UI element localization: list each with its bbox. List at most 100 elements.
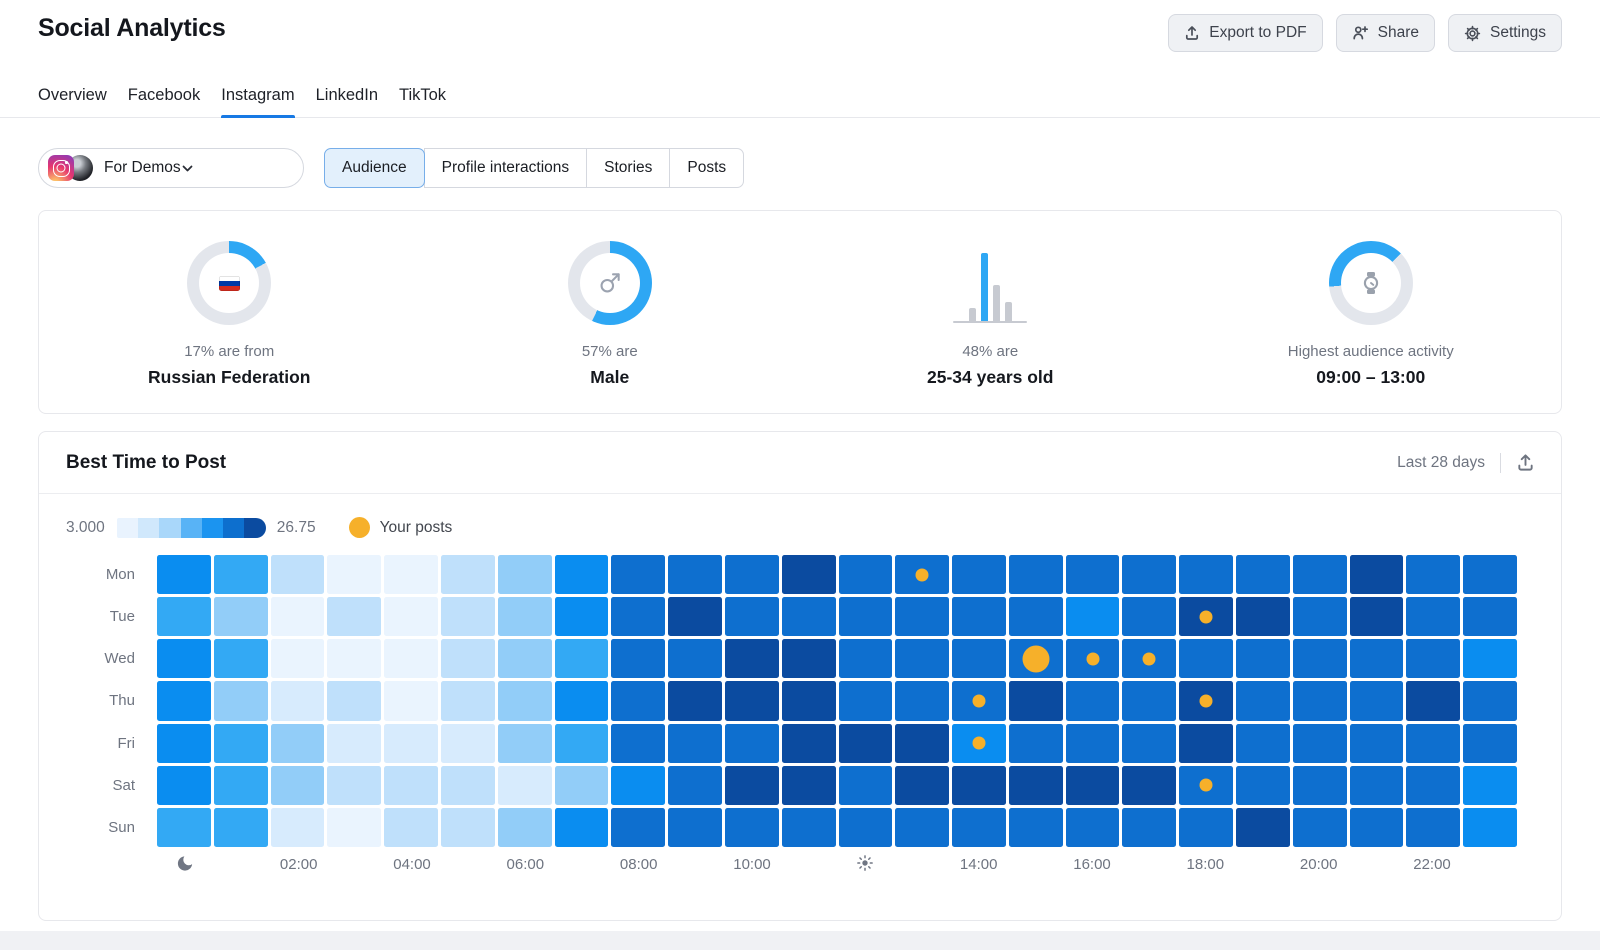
heatmap-cell[interactable] bbox=[384, 555, 438, 594]
heatmap-cell[interactable] bbox=[157, 724, 211, 763]
heatmap-cell[interactable] bbox=[952, 597, 1006, 636]
heatmap-cell[interactable] bbox=[1463, 639, 1517, 678]
heatmap-cell[interactable] bbox=[782, 597, 836, 636]
heatmap-cell[interactable] bbox=[441, 724, 495, 763]
heatmap-cell[interactable] bbox=[327, 724, 381, 763]
heatmap-cell[interactable] bbox=[952, 555, 1006, 594]
heatmap-cell[interactable] bbox=[327, 766, 381, 805]
heatmap-cell[interactable] bbox=[1066, 639, 1120, 678]
heatmap-cell[interactable] bbox=[327, 639, 381, 678]
heatmap-cell[interactable] bbox=[1066, 724, 1120, 763]
heatmap-cell[interactable] bbox=[384, 681, 438, 720]
heatmap-cell[interactable] bbox=[327, 555, 381, 594]
heatmap-cell[interactable] bbox=[668, 766, 722, 805]
heatmap-cell[interactable] bbox=[327, 597, 381, 636]
heatmap-cell[interactable] bbox=[839, 555, 893, 594]
heatmap-cell[interactable] bbox=[1293, 724, 1347, 763]
heatmap-cell[interactable] bbox=[725, 555, 779, 594]
export-chart-button[interactable] bbox=[1516, 453, 1535, 472]
heatmap-cell[interactable] bbox=[895, 808, 949, 847]
tab-tiktok[interactable]: TikTok bbox=[399, 86, 446, 117]
heatmap-cell[interactable] bbox=[157, 808, 211, 847]
heatmap-cell[interactable] bbox=[839, 808, 893, 847]
post-dot[interactable] bbox=[972, 694, 985, 707]
heatmap-cell[interactable] bbox=[839, 597, 893, 636]
heatmap-cell[interactable] bbox=[498, 724, 552, 763]
heatmap-cell[interactable] bbox=[1009, 555, 1063, 594]
heatmap-cell[interactable] bbox=[1293, 681, 1347, 720]
heatmap-cell[interactable] bbox=[1179, 639, 1233, 678]
heatmap-cell[interactable] bbox=[1463, 597, 1517, 636]
share-button[interactable]: Share bbox=[1336, 14, 1435, 52]
heatmap-cell[interactable] bbox=[271, 681, 325, 720]
heatmap-cell[interactable] bbox=[1122, 597, 1176, 636]
tab-facebook[interactable]: Facebook bbox=[128, 86, 200, 117]
heatmap-cell[interactable] bbox=[214, 766, 268, 805]
heatmap-cell[interactable] bbox=[839, 681, 893, 720]
heatmap-cell[interactable] bbox=[555, 808, 609, 847]
post-dot[interactable] bbox=[972, 737, 985, 750]
heatmap-cell[interactable] bbox=[498, 597, 552, 636]
heatmap-cell[interactable] bbox=[1406, 597, 1460, 636]
heatmap-cell[interactable] bbox=[498, 555, 552, 594]
heatmap-cell[interactable] bbox=[1179, 681, 1233, 720]
heatmap-cell[interactable] bbox=[1009, 808, 1063, 847]
segment-posts[interactable]: Posts bbox=[669, 148, 744, 188]
heatmap-cell[interactable] bbox=[441, 597, 495, 636]
heatmap-cell[interactable] bbox=[1009, 681, 1063, 720]
heatmap-cell[interactable] bbox=[384, 597, 438, 636]
heatmap-cell[interactable] bbox=[1236, 681, 1290, 720]
post-dot[interactable] bbox=[1086, 652, 1099, 665]
heatmap-cell[interactable] bbox=[1122, 808, 1176, 847]
heatmap-cell[interactable] bbox=[555, 597, 609, 636]
heatmap-cell[interactable] bbox=[952, 681, 1006, 720]
heatmap-cell[interactable] bbox=[384, 724, 438, 763]
heatmap-cell[interactable] bbox=[725, 639, 779, 678]
heatmap-cell[interactable] bbox=[668, 639, 722, 678]
heatmap-cell[interactable] bbox=[952, 766, 1006, 805]
heatmap-cell[interactable] bbox=[1293, 555, 1347, 594]
heatmap-cell[interactable] bbox=[1406, 724, 1460, 763]
heatmap-cell[interactable] bbox=[441, 808, 495, 847]
heatmap-cell[interactable] bbox=[1236, 639, 1290, 678]
heatmap-cell[interactable] bbox=[1009, 724, 1063, 763]
heatmap-cell[interactable] bbox=[441, 639, 495, 678]
post-dot[interactable] bbox=[1022, 645, 1049, 672]
heatmap-cell[interactable] bbox=[1066, 766, 1120, 805]
heatmap-cell[interactable] bbox=[952, 639, 1006, 678]
heatmap-cell[interactable] bbox=[1236, 766, 1290, 805]
heatmap-cell[interactable] bbox=[1350, 808, 1404, 847]
tab-overview[interactable]: Overview bbox=[38, 86, 107, 117]
heatmap-cell[interactable] bbox=[384, 808, 438, 847]
heatmap-cell[interactable] bbox=[1463, 724, 1517, 763]
heatmap-cell[interactable] bbox=[611, 766, 665, 805]
heatmap-cell[interactable] bbox=[441, 555, 495, 594]
heatmap-cell[interactable] bbox=[1293, 639, 1347, 678]
heatmap-cell[interactable] bbox=[1406, 555, 1460, 594]
heatmap-cell[interactable] bbox=[895, 766, 949, 805]
heatmap-cell[interactable] bbox=[725, 597, 779, 636]
heatmap-cell[interactable] bbox=[895, 681, 949, 720]
heatmap-cell[interactable] bbox=[895, 724, 949, 763]
heatmap-cell[interactable] bbox=[157, 597, 211, 636]
heatmap-cell[interactable] bbox=[384, 639, 438, 678]
heatmap-cell[interactable] bbox=[1179, 555, 1233, 594]
heatmap-cell[interactable] bbox=[1122, 766, 1176, 805]
heatmap-cell[interactable] bbox=[555, 639, 609, 678]
heatmap-cell[interactable] bbox=[839, 724, 893, 763]
heatmap-cell[interactable] bbox=[157, 639, 211, 678]
heatmap-cell[interactable] bbox=[1122, 724, 1176, 763]
heatmap-cell[interactable] bbox=[668, 681, 722, 720]
heatmap-cell[interactable] bbox=[782, 681, 836, 720]
heatmap-cell[interactable] bbox=[1236, 724, 1290, 763]
heatmap-cell[interactable] bbox=[214, 555, 268, 594]
heatmap-cell[interactable] bbox=[1066, 808, 1120, 847]
heatmap-cell[interactable] bbox=[498, 766, 552, 805]
heatmap-cell[interactable] bbox=[782, 555, 836, 594]
heatmap-cell[interactable] bbox=[611, 808, 665, 847]
heatmap-cell[interactable] bbox=[782, 766, 836, 805]
tab-instagram[interactable]: Instagram bbox=[221, 86, 294, 117]
heatmap-cell[interactable] bbox=[1122, 555, 1176, 594]
heatmap-cell[interactable] bbox=[384, 766, 438, 805]
heatmap-cell[interactable] bbox=[1009, 597, 1063, 636]
